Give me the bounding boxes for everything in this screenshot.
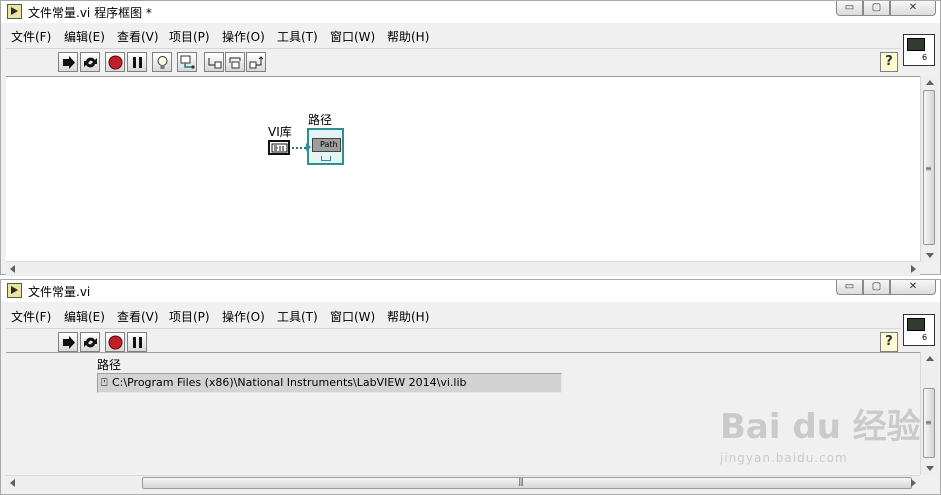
menu-bar: 文件(F) 编辑(E) 查看(V) 项目(P) 操作(O) 工具(T) 窗口(W… xyxy=(6,306,901,327)
pause-icon xyxy=(133,337,142,348)
retain-wire-values-button[interactable] xyxy=(177,52,197,72)
path-indicator-label: 路径 xyxy=(97,358,122,372)
abort-button[interactable] xyxy=(105,332,125,352)
stop-icon xyxy=(108,335,123,350)
scroll-up-icon[interactable] xyxy=(926,356,934,361)
menu-operate[interactable]: 操作(O) xyxy=(222,28,265,45)
path-indicator-terminal[interactable]: Path xyxy=(306,128,344,165)
pause-icon xyxy=(133,57,142,68)
run-continuously-icon xyxy=(84,337,97,348)
maximize-button[interactable]: ▢ xyxy=(863,280,890,295)
indicator-foot xyxy=(321,156,331,161)
highlight-execution-button[interactable] xyxy=(152,52,172,72)
block-diagram-canvas[interactable]: VI库 路径 Path xyxy=(6,76,920,262)
scroll-right-icon[interactable] xyxy=(911,265,916,273)
close-button[interactable]: ✕ xyxy=(890,280,936,295)
run-arrow-icon xyxy=(63,336,75,349)
input-terminal-arrow xyxy=(306,143,311,151)
scroll-up-icon[interactable] xyxy=(926,80,934,85)
block-diagram-window: 文件常量.vi 程序框图 * ▭ ▢ ✕ 文件(F) 编辑(E) 查看(V) 项… xyxy=(0,0,941,276)
scroll-left-icon[interactable] xyxy=(10,265,15,273)
vi-lib-constant-glyph xyxy=(271,143,288,153)
grip-icon: ≡ xyxy=(925,418,932,427)
close-button[interactable]: ✕ xyxy=(890,1,936,16)
menu-bar: 文件(F) 编辑(E) 查看(V) 项目(P) 操作(O) 工具(T) 窗口(W… xyxy=(6,26,901,47)
menu-window[interactable]: 窗口(W) xyxy=(330,28,375,45)
watermark-logo-text: Bai du 经验 xyxy=(720,407,921,447)
path-indicator[interactable]: ⍞ C:\Program Files (x86)\National Instru… xyxy=(97,373,562,393)
grip-icon: ||| xyxy=(518,477,524,486)
step-into-icon xyxy=(208,58,222,69)
minimize-button[interactable]: ▭ xyxy=(836,280,863,295)
scroll-left-icon[interactable] xyxy=(10,479,15,487)
context-help-button[interactable]: ? xyxy=(880,332,898,352)
vi-icon-number: 6 xyxy=(922,53,928,62)
menu-project[interactable]: 项目(P) xyxy=(169,308,210,325)
run-button[interactable] xyxy=(58,332,78,352)
title-bar[interactable]: 文件常量.vi ▭ ▢ ✕ xyxy=(1,280,940,302)
scroll-down-icon[interactable] xyxy=(926,466,934,471)
lightbulb-icon xyxy=(157,56,168,69)
context-help-button[interactable]: ? xyxy=(880,52,898,72)
menu-window[interactable]: 窗口(W) xyxy=(330,308,375,325)
retain-wire-values-icon xyxy=(180,55,195,69)
diagram-horizontal-scrollbar[interactable] xyxy=(6,261,920,276)
menu-help[interactable]: 帮助(H) xyxy=(387,28,429,45)
minimize-button[interactable]: ▭ xyxy=(836,1,863,16)
window-title: 文件常量.vi xyxy=(28,285,91,299)
vi-lib-constant-label: VI库 xyxy=(268,125,292,139)
stop-icon xyxy=(108,55,123,70)
step-out-icon xyxy=(249,56,264,69)
panel-vertical-scrollbar[interactable]: ≡ xyxy=(920,352,937,475)
horizontal-scroll-thumb[interactable] xyxy=(142,477,912,489)
watermark-url: jingyan.baidu.com xyxy=(720,451,848,465)
window-title: 文件常量.vi 程序框图 * xyxy=(28,6,152,20)
run-continuously-icon xyxy=(84,57,97,68)
vi-icon[interactable]: 6 xyxy=(903,314,935,346)
run-button[interactable] xyxy=(58,52,78,72)
panel-horizontal-scrollbar[interactable]: ||| xyxy=(6,475,920,490)
path-indicator-type: Path xyxy=(312,138,341,152)
menu-help[interactable]: 帮助(H) xyxy=(387,308,429,325)
menu-view[interactable]: 查看(V) xyxy=(117,308,159,325)
menu-tools[interactable]: 工具(T) xyxy=(277,308,318,325)
vi-icon[interactable]: 6 xyxy=(903,34,935,66)
vi-icon-screen xyxy=(907,38,925,51)
labview-app-icon xyxy=(7,283,22,298)
path-indicator-value: C:\Program Files (x86)\National Instrume… xyxy=(112,376,467,389)
pause-button[interactable] xyxy=(127,52,147,72)
menu-view[interactable]: 查看(V) xyxy=(117,28,159,45)
step-out-button[interactable] xyxy=(246,52,266,72)
maximize-button[interactable]: ▢ xyxy=(863,1,890,16)
vi-icon-number: 6 xyxy=(922,333,928,342)
menu-edit[interactable]: 编辑(E) xyxy=(64,308,105,325)
title-bar[interactable]: 文件常量.vi 程序框图 * ▭ ▢ ✕ xyxy=(1,1,940,23)
vi-icon-screen xyxy=(907,318,925,331)
toolbar: ? xyxy=(6,48,901,75)
step-into-button[interactable] xyxy=(204,52,224,72)
path-browse-icon: ⍞ xyxy=(101,376,108,389)
menu-edit[interactable]: 编辑(E) xyxy=(64,28,105,45)
step-over-button[interactable] xyxy=(225,52,245,72)
abort-button[interactable] xyxy=(105,52,125,72)
run-continuously-button[interactable] xyxy=(80,52,100,72)
path-indicator-label: 路径 xyxy=(308,113,333,127)
baidu-jingyan-watermark: Bai du 经验 jingyan.baidu.com xyxy=(720,391,921,471)
pause-button[interactable] xyxy=(127,332,147,352)
menu-file[interactable]: 文件(F) xyxy=(11,308,51,325)
scroll-down-icon[interactable] xyxy=(926,253,934,258)
run-continuously-button[interactable] xyxy=(80,332,100,352)
step-over-icon xyxy=(229,57,241,69)
vi-lib-constant[interactable] xyxy=(268,140,290,155)
menu-project[interactable]: 项目(P) xyxy=(169,28,210,45)
scroll-right-icon[interactable] xyxy=(911,479,916,487)
labview-app-icon xyxy=(7,4,22,19)
menu-tools[interactable]: 工具(T) xyxy=(277,28,318,45)
menu-file[interactable]: 文件(F) xyxy=(11,28,51,45)
diagram-vertical-scrollbar[interactable]: ≡ xyxy=(920,76,937,262)
run-arrow-icon xyxy=(63,56,75,69)
menu-operate[interactable]: 操作(O) xyxy=(222,308,265,325)
toolbar: ? xyxy=(6,328,901,355)
grip-icon: ≡ xyxy=(925,164,932,173)
